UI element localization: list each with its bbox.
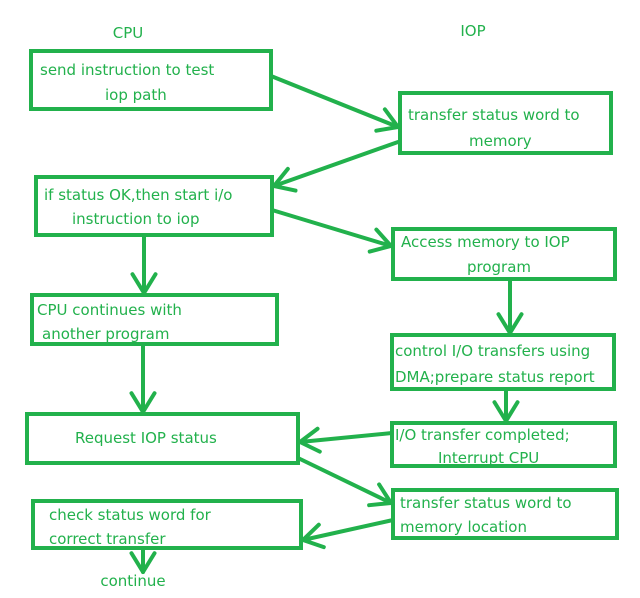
node-label-line: transfer status word to	[400, 494, 572, 512]
node-label-line: Interrupt CPU	[438, 449, 539, 467]
node-transfer-status-memory: transfer status word to memory	[398, 91, 613, 155]
connector-start-io-to-access-memory	[270, 208, 393, 248]
node-label-line: iop path	[105, 86, 167, 104]
connector-transfer-status-memory-to-start-io	[272, 140, 400, 188]
node-cpu-continues: CPU continues with another program	[30, 293, 279, 346]
node-transfer-status-location: transfer status word to memory location	[391, 488, 619, 540]
node-label-line: program	[467, 258, 531, 276]
node-request-status: Request IOP status	[25, 412, 300, 465]
node-label-line: instruction to iop	[72, 210, 200, 228]
node-start-io: if status OK,then start i/o instruction …	[34, 175, 274, 237]
node-label-line: memory	[469, 132, 532, 150]
iop-column-header: IOP	[460, 22, 485, 40]
node-label-line: transfer status word to	[408, 106, 580, 124]
node-label-line: another program	[42, 325, 169, 343]
node-label-line: CPU continues with	[37, 301, 182, 319]
node-label-line: control I/O transfers using	[395, 342, 590, 360]
node-check-status: check status word for correct transfer	[31, 499, 303, 550]
node-control-transfers: control I/O transfers using DMA;prepare …	[390, 333, 616, 391]
node-label-line: Request IOP status	[75, 429, 217, 447]
node-label-line: send instruction to test	[40, 61, 214, 79]
node-transfer-completed: I/O transfer completed; Interrupt CPU	[390, 421, 617, 468]
node-label-line: memory location	[400, 518, 527, 536]
connector-request-status-to-transfer-status-location	[296, 456, 393, 505]
nodes: send instruction to test iop path transf…	[25, 49, 619, 550]
node-label-line: DMA;prepare status report	[395, 368, 595, 386]
connector-send-instruction-to-transfer-status-memory	[269, 74, 400, 129]
continue-label: continue	[100, 572, 165, 590]
node-access-memory: Access memory to IOP program	[391, 227, 617, 281]
cpu-column-header: CPU	[113, 24, 144, 42]
connector-transfer-completed-to-request-status	[298, 431, 394, 444]
node-label-line: Access memory to IOP	[401, 233, 570, 251]
node-label-line: check status word for	[49, 506, 212, 524]
node-label-line: correct transfer	[49, 530, 166, 548]
node-label-line: I/O transfer completed;	[395, 426, 570, 444]
node-label-line: if status OK,then start i/o	[44, 186, 232, 204]
connector-transfer-status-location-to-check-status	[301, 518, 395, 542]
node-send-instruction: send instruction to test iop path	[29, 49, 273, 111]
flowchart: CPU IOP send instruction to test iop pat…	[25, 22, 619, 590]
